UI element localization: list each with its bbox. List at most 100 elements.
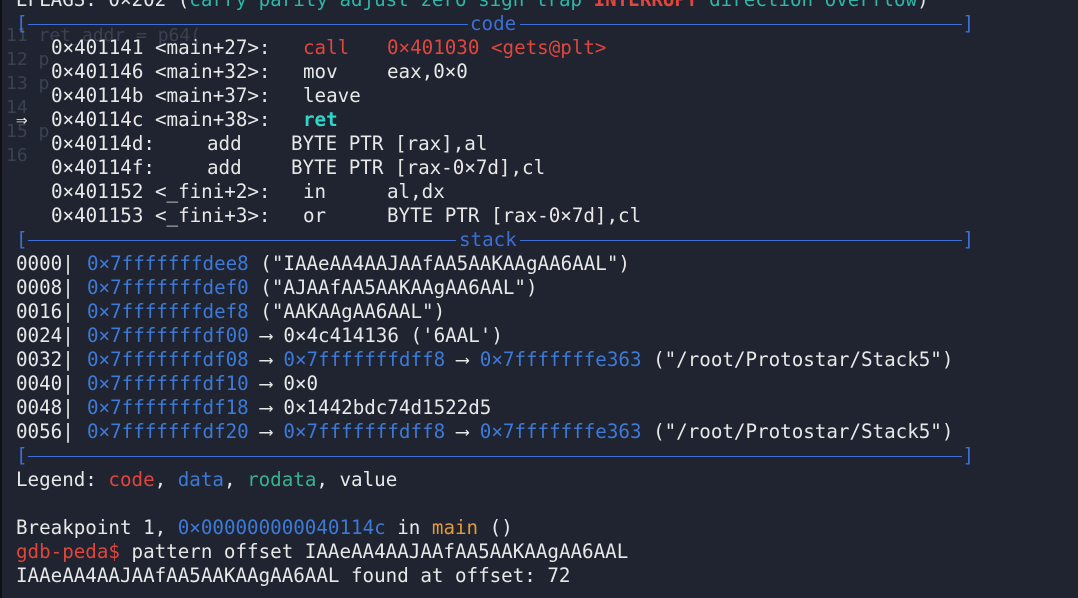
instruction-operands: 0×401030 <gets@plt> xyxy=(387,36,607,59)
code-section-title: code xyxy=(468,12,519,36)
stack-offset: 0016| xyxy=(16,300,74,323)
instruction-operands: BYTE PTR [rax-0×7d],cl xyxy=(387,204,642,227)
current-instruction-arrow: ⇒ xyxy=(16,108,40,131)
instruction-address: 0×40114f: xyxy=(51,156,155,179)
instruction-opcode: add xyxy=(207,156,242,179)
breakpoint-suffix: () xyxy=(478,516,513,539)
code-row: 0×40114d: add BYTE PTR [rax],al xyxy=(16,132,487,156)
stack-value: ⟶ 0×1442bdc74d1522d5 xyxy=(248,396,492,419)
instruction-operands: BYTE PTR [rax-0×7d],cl xyxy=(291,156,546,179)
legend-separator: , xyxy=(316,468,340,491)
legend-label: Legend: xyxy=(16,468,109,491)
gdb-prompt: gdb-peda$ xyxy=(16,540,120,563)
stack-offset: 0048| xyxy=(16,396,74,419)
legend-rodata: rodata xyxy=(247,468,317,491)
stack-row: 0016| 0×7fffffffdef8 ("AAKAAgAA6AAL") xyxy=(16,300,445,324)
eflags-set-flag: INTERRUPT xyxy=(594,0,698,11)
eflags-suffix: ) xyxy=(917,0,929,11)
stack-value: ⟶ xyxy=(445,420,480,443)
terminal-window[interactable]: 11 ret_addr = p64( 12 p 13 p 14 15 p 16 … xyxy=(0,0,1078,598)
breakpoint-prefix: Breakpoint 1, xyxy=(16,516,178,539)
eflags-clear-flags-2: direction overflow xyxy=(698,0,917,11)
stack-section-title: stack xyxy=(457,228,519,252)
instruction-address: 0×40114c <main+38>: xyxy=(51,108,271,131)
separator-rule xyxy=(28,24,468,25)
stack-value: ("/root/Protostar/Stack5") xyxy=(641,348,954,371)
code-row: 0×40114f: add BYTE PTR [rax-0×7d],cl xyxy=(16,156,545,180)
breakpoint-address: 0×000000000040114c xyxy=(177,516,386,539)
row-marker xyxy=(16,156,51,180)
stack-address: 0×7fffffffdee8 xyxy=(87,252,249,275)
stack-value: ⟶ xyxy=(248,348,284,371)
pointer-address: 0×7fffffffe363 xyxy=(479,420,642,443)
stack-value: ("IAAeAA4AAJAAfAA5AAKAAgAA6AAL") xyxy=(248,252,630,275)
breakpoint-in: in xyxy=(385,516,432,539)
breakpoint-line: Breakpoint 1, 0×000000000040114c in main… xyxy=(16,516,513,540)
stack-row: 0048| 0×7fffffffdf18 ⟶ 0×1442bdc74d1522d5 xyxy=(16,396,491,420)
row-marker xyxy=(16,132,51,156)
instruction-opcode: ret xyxy=(303,108,338,131)
stack-value: ⟶ 0×0 xyxy=(248,372,319,395)
code-row: 0×401146 <main+32>: mov eax,0×0 xyxy=(16,60,468,84)
command-input[interactable]: pattern offset IAAeAA4AAJAAfAA5AAKAAgAA6… xyxy=(120,540,629,563)
stack-address: 0×7fffffffdef0 xyxy=(87,276,249,299)
pointer-address: 0×7fffffffdff8 xyxy=(283,348,446,371)
stack-row: 0056| 0×7fffffffdf20 ⟶ 0×7fffffffdff8 ⟶ 0… xyxy=(16,420,953,444)
stack-address: 0×7fffffffdf18 xyxy=(87,396,249,419)
code-row: 0×401153 <_fini+3>: or BYTE PTR [rax-0×7d]… xyxy=(16,204,641,228)
row-marker xyxy=(16,36,51,60)
stack-row: 0032| 0×7fffffffdf08 ⟶ 0×7fffffffdff8 ⟶ 0… xyxy=(16,348,953,372)
instruction-address: 0×401141 <main+27>: xyxy=(51,36,271,59)
end-section-separator: [ ] xyxy=(16,444,974,468)
code-row: 0×401141 <main+27>: call 0×401030 <gets@pl… xyxy=(16,36,607,60)
instruction-operands: eax,0×0 xyxy=(387,60,468,83)
code-row: ⇒ 0×40114c <main+38>: ret xyxy=(16,108,387,132)
instruction-address: 0×401146 <main+32>: xyxy=(51,60,271,83)
eflags-clear-flags: carry parity adjust zero sign trap xyxy=(189,0,593,11)
row-marker xyxy=(16,60,51,84)
stack-value: ("/root/Protostar/Stack5") xyxy=(641,420,954,443)
stack-offset: 0000| xyxy=(16,252,74,275)
eflags-value: EFLAGS: 0×202 ( xyxy=(16,0,189,11)
bracket-right: ] xyxy=(962,228,974,251)
instruction-address: 0×40114b <main+37>: xyxy=(51,84,271,107)
instruction-opcode: add xyxy=(207,132,242,155)
instruction-operands: BYTE PTR [rax],al xyxy=(291,132,488,155)
row-marker xyxy=(16,84,51,108)
stack-address: 0×7fffffffdf00 xyxy=(87,324,249,347)
stack-offset: 0008| xyxy=(16,276,74,299)
bracket-right: ] xyxy=(962,12,974,35)
instruction-opcode: or xyxy=(303,204,327,227)
bracket-right: ] xyxy=(962,444,974,467)
stack-value: ⟶ 0×4c414136 ('6AAL') xyxy=(248,324,503,347)
bracket-left: [ xyxy=(16,228,28,251)
instruction-address: 0×401153 <_fini+3>: xyxy=(51,204,271,227)
stack-offset: 0032| xyxy=(16,348,74,371)
legend-data: data xyxy=(177,468,224,491)
stack-value: ⟶ xyxy=(248,420,284,443)
code-row: 0×40114b <main+37>: leave xyxy=(16,84,387,108)
stack-address: 0×7fffffffdef8 xyxy=(87,300,249,323)
stack-row: 0008| 0×7fffffffdef0 ("AJAAfAA5AAKAAgAA6A… xyxy=(16,276,538,300)
stack-row: 0000| 0×7fffffffdee8 ("IAAeAA4AAJAAfAA5AA… xyxy=(16,252,630,276)
code-section-header: [ code ] xyxy=(16,12,974,36)
stack-address: 0×7fffffffdf10 xyxy=(87,372,249,395)
stack-offset: 0040| xyxy=(16,372,74,395)
legend-code: code xyxy=(108,468,155,491)
legend-line: Legend: code, data, rodata, value xyxy=(16,468,397,492)
row-marker xyxy=(16,180,51,204)
instruction-opcode: call xyxy=(303,36,350,59)
stack-row: 0024| 0×7fffffffdf00 ⟶ 0×4c414136 ('6AAL'… xyxy=(16,324,503,348)
instruction-address: 0×40114d: xyxy=(51,132,155,155)
bracket-left: [ xyxy=(16,444,28,467)
instruction-operands: al,dx xyxy=(387,180,445,203)
stack-value: ("AAKAAgAA6AAL") xyxy=(248,300,446,323)
separator-rule xyxy=(28,240,456,241)
instruction-opcode: leave xyxy=(303,84,361,107)
prompt-line[interactable]: gdb-peda$ pattern offset IAAeAA4AAJAAfAA… xyxy=(16,540,628,564)
stack-value: ("AJAAfAA5AAKAAgAA6AAL") xyxy=(248,276,538,299)
legend-separator: , xyxy=(154,468,178,491)
stack-address: 0×7fffffffdf20 xyxy=(87,420,249,443)
eflags-line: EFLAGS: 0×202 (carry parity adjust zero … xyxy=(16,0,929,12)
instruction-address: 0×401152 <_fini+2>: xyxy=(51,180,271,203)
